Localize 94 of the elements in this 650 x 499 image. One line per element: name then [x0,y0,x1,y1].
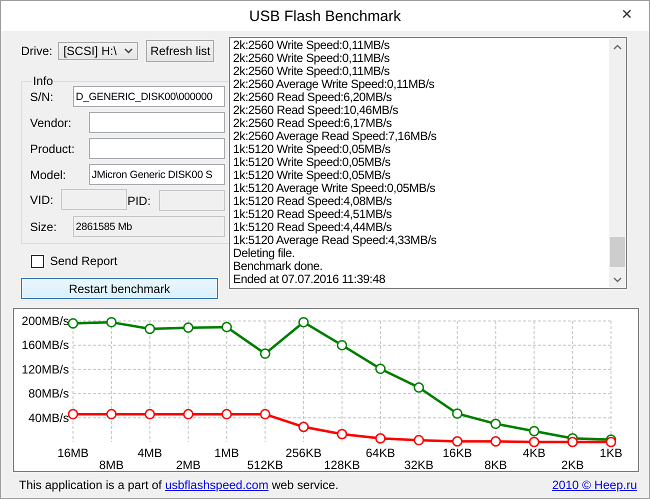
chevron-down-icon [124,48,134,54]
y-axis-label: 160MB/s [22,338,69,352]
x-axis-label: 256KB [286,446,322,460]
footer-text: This application is a part of usbflashspeed.com web service. [19,478,339,492]
restart-benchmark-button[interactable]: Restart benchmark [21,278,218,299]
data-point [221,322,232,332]
text-field[interactable]: JMicron Generic DISK00 S [88,164,225,185]
data-point [375,433,386,444]
y-axis-label: 80MB/s [28,386,69,401]
data-point [528,426,540,436]
data-point [221,408,232,420]
field-label: Model: [30,168,66,182]
data-point [106,316,117,328]
x-axis-label: 4MB [138,446,162,460]
x-axis-label: 1MB [214,446,240,460]
field-label: PID: [127,194,151,208]
copyright-link[interactable]: 2010 © Heep.ru [552,478,637,492]
log-line: 2k:2560 Read Speed:6,17MB/s [233,117,392,130]
data-point [452,436,463,447]
data-point [336,340,348,350]
group-title: Info [32,74,54,88]
log-line: 2k:2560 Write Speed:0,11MB/s [233,65,391,78]
drive-label: Drive: [21,44,52,58]
text-field[interactable]: D_GENERIC_DISK00\000000 [72,86,225,107]
scroll-up-icon[interactable] [613,44,622,50]
data-point [144,324,156,334]
data-point [260,408,270,420]
scrollbar-thumb[interactable] [610,237,625,267]
send-report-checkbox[interactable] [31,254,44,268]
text-field[interactable] [88,138,225,159]
data-point [336,428,348,440]
log-line: 1k:5120 Average Read Speed:4,33MB/s [233,234,438,247]
data-point [68,408,78,420]
y-axis-label: 120MB/s [22,362,69,376]
log-line: 2k:2560 Average Write Speed:0,11MB/s [233,78,436,91]
x-axis-label: 32KB [404,458,434,471]
scroll-down-icon[interactable] [613,276,622,282]
data-point [490,436,501,447]
x-axis-label: 4KB [522,446,546,460]
data-point [298,316,309,328]
x-axis-label: 512KB [247,458,284,471]
data-point [414,434,424,446]
field-label: VID: [30,192,54,206]
log-line: 1k:5120 Read Speed:4,08MB/s [233,195,392,208]
data-point [375,364,386,374]
scrollbar[interactable] [609,38,626,288]
log-line: 2k:2560 Write Speed:0,11MB/s [233,52,391,65]
website-link[interactable]: usbflashspeed.com [165,478,268,492]
field-label: S/N: [30,90,54,104]
x-axis-label: 2MB [176,458,201,471]
x-axis-label: 2KB [561,458,584,471]
field-label: Size: [30,220,57,234]
data-point [144,408,156,420]
y-axis-label: 200MB/s [22,314,69,328]
log-line: 1k:5120 Read Speed:4,44MB/s [233,221,393,234]
close-button[interactable]: ✕ [617,6,637,22]
window-title: USB Flash Benchmark [249,8,401,24]
log-line: 1k:5120 Average Write Speed:0,05MB/s [233,182,436,195]
log-line: 2k:2560 Read Speed:10,46MB/s [233,104,400,117]
data-point [183,322,194,333]
x-axis-label: 64KB [366,446,396,460]
y-axis-label: 40MB/s [28,410,69,425]
data-point [452,408,463,419]
log-line: 2k:2560 Write Speed:0,11MB/s [233,39,391,52]
log-line: Deleting file. [233,247,295,260]
log-line: Benchmark done. [233,260,324,273]
log-line: 1k:5120 Read Speed:4,51MB/s [233,208,393,221]
x-axis-label: 128KB [324,458,360,471]
log-line: 1k:5120 Write Speed:0,05MB/s [233,156,392,169]
log-line: 1k:5120 Write Speed:0,05MB/s [233,169,392,182]
checkbox-label: Send Report [50,254,118,268]
data-point [68,318,78,329]
x-axis-label: 16KB [442,446,472,460]
x-axis-label: 16MB [57,446,89,460]
data-point [298,422,309,432]
log-line: 2k:2560 Read Speed:6,20MB/s [233,91,392,104]
data-point [414,382,424,393]
text-field[interactable] [88,112,225,133]
data-point [260,348,270,359]
log-line: 1k:5120 Write Speed:0,05MB/s [233,143,390,156]
log-line: 2k:2560 Average Read Speed:7,16MB/s [233,130,438,143]
drive-dropdown[interactable]: [SCSI] H:\ [58,42,138,60]
data-point [106,408,117,420]
x-axis-label: 1KB [600,446,622,460]
x-axis-label: 8KB [484,458,508,471]
refresh-list-button[interactable]: Refresh list [146,40,214,62]
log-line: Ended at 07.07.2016 11:39:48 [233,273,386,286]
field-label: Product: [30,142,75,156]
field-label: Vendor: [30,116,72,130]
data-point [606,436,616,448]
data-point [183,408,194,420]
x-axis-label: 8MB [99,458,124,471]
data-point [490,418,501,430]
data-point [528,436,540,448]
